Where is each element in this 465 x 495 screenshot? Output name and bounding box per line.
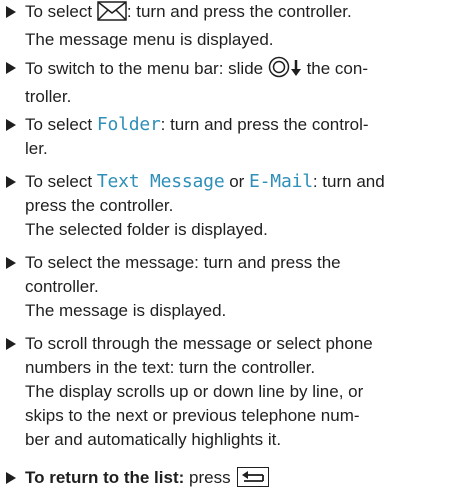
bullet-arrow-icon (6, 176, 16, 188)
step-select-folder: To select Folder: turn and press the con… (0, 113, 460, 161)
controller-slide-down-icon (268, 56, 302, 85)
bullet-arrow-icon (6, 257, 16, 269)
bullet-arrow-icon (6, 119, 16, 131)
display-term-email: E-Mail (249, 171, 313, 192)
step-return-to-list: To return to the list: press (0, 466, 460, 490)
envelope-icon (97, 1, 127, 28)
bullet-arrow-icon (6, 6, 16, 18)
instructions-page: To select : turn and press the controlle… (0, 0, 465, 495)
step-scroll-message: To scroll through the message or select … (0, 332, 460, 452)
step-select-messages: To select : turn and press the controlle… (0, 0, 460, 52)
step-select-message: To select the message: turn and press th… (0, 251, 460, 323)
display-term-folder: Folder (96, 114, 161, 135)
step-switch-menu-bar: To switch to the menu bar: slide the con… (0, 56, 460, 109)
bullet-arrow-icon (6, 62, 16, 74)
display-term-text-message: Text Message (96, 171, 225, 192)
bullet-arrow-icon (6, 472, 16, 484)
back-button-icon (237, 467, 270, 487)
step-select-message-type: To select Text Message or E-Mail: turn a… (0, 170, 460, 242)
bullet-arrow-icon (6, 338, 16, 350)
